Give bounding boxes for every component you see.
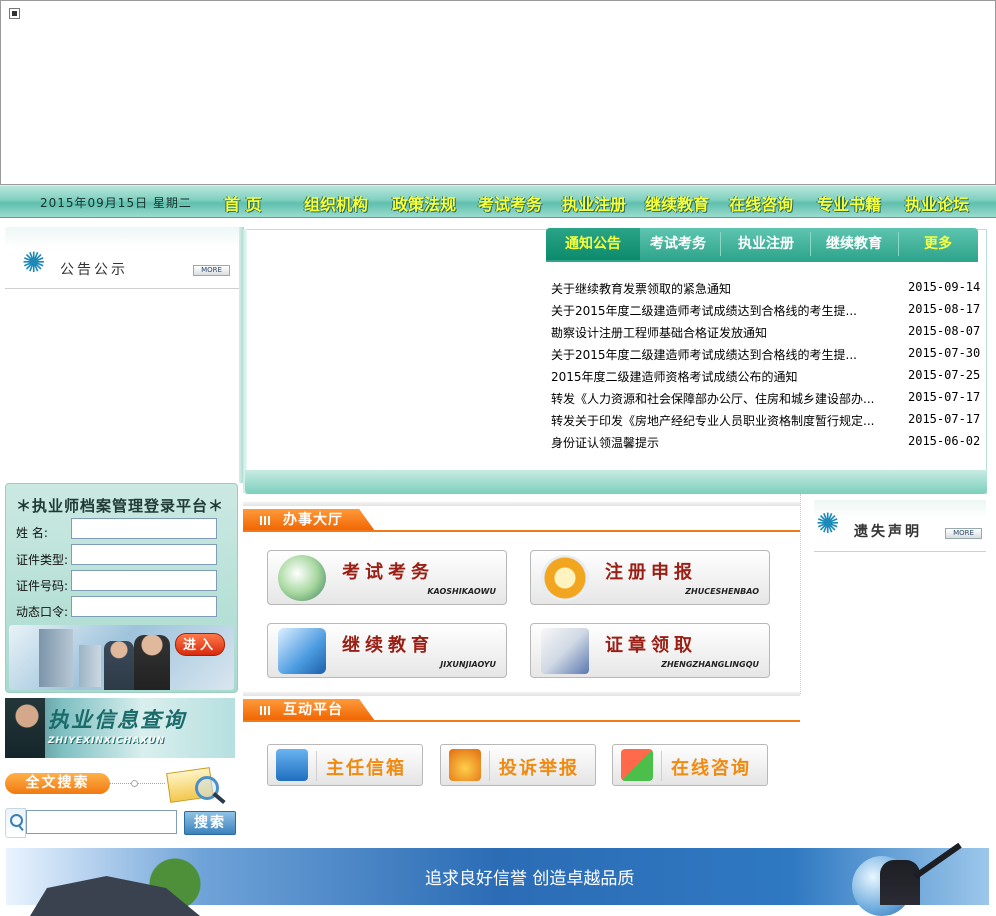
- tab-continuing-education[interactable]: 继续教育: [812, 228, 896, 260]
- lost-more-button[interactable]: MORE: [945, 528, 982, 539]
- news-item-date: 2015-07-17: [908, 412, 981, 426]
- login-title: ＊执业师档案管理登录平台＊: [16, 497, 225, 515]
- online-consult-button[interactable]: 在线咨询: [612, 744, 768, 786]
- folder-icon: [278, 628, 326, 674]
- news-item-date: 2015-07-25: [908, 368, 981, 382]
- news-item-title[interactable]: 转发关于印发《房地产经纪专业人员职业资格制度暂行规定...: [551, 412, 874, 429]
- news-item-date: 2015-07-17: [908, 390, 981, 404]
- nav-exams[interactable]: 考试考务: [478, 191, 542, 215]
- news-item-date: 2015-06-02: [908, 434, 981, 448]
- tile-subtitle: KAOSHIKAOWU: [427, 587, 496, 596]
- notice-board-title: 公告公示: [60, 262, 128, 278]
- starburst-icon: ✺: [22, 246, 46, 279]
- name-input[interactable]: [71, 518, 217, 539]
- tile-subtitle: ZHENGZHANGLINGQU: [661, 660, 759, 669]
- nav-books[interactable]: 专业书籍: [817, 191, 881, 215]
- complaint-report-button[interactable]: 投诉举报: [440, 744, 596, 786]
- name-label: 姓 名:: [16, 526, 48, 540]
- tab-notices[interactable]: 通知公告: [546, 228, 640, 260]
- nav-home[interactable]: 首 页: [224, 191, 262, 215]
- gavel-icon: [449, 749, 481, 781]
- nav-policies[interactable]: 政策法规: [392, 191, 456, 215]
- news-item-title[interactable]: 关于2015年度二级建造师考试成绩达到合格线的考生提...: [551, 346, 857, 363]
- tile-subtitle: JIXUNJIAOYU: [440, 660, 496, 669]
- id-number-label: 证件号码:: [16, 579, 69, 593]
- news-item-title[interactable]: 关于继续教育发票领取的紧急通知: [551, 280, 731, 297]
- banner-slogan: 追求良好信誉 创造卓越品质: [425, 869, 635, 889]
- current-date: 2015年09月15日 星期二: [40, 196, 192, 210]
- news-item-title[interactable]: 关于2015年度二级建造师考试成绩达到合格线的考生提...: [551, 302, 857, 319]
- documents-globe-icon: [278, 555, 326, 601]
- id-type-label: 证件类型:: [16, 553, 69, 567]
- service-hall-header: 办事大厅: [243, 502, 800, 534]
- search-icon: [5, 808, 26, 838]
- registration-apply-button[interactable]: 注册申报 ZHUCESHENBAO: [530, 550, 770, 605]
- interactive-platform-title: 互动平台: [283, 702, 343, 718]
- starburst-icon: ✺: [816, 507, 840, 540]
- tab-registration[interactable]: 执业注册: [724, 228, 808, 260]
- main-nav: 2015年09月15日 星期二 首 页 组织机构 政策法规 考试考务 执业注册 …: [0, 185, 996, 218]
- id-number-input[interactable]: [71, 570, 217, 591]
- nav-continuing-education[interactable]: 继续教育: [645, 191, 709, 215]
- nav-registration[interactable]: 执业注册: [562, 191, 626, 215]
- tile-title: 证章领取: [605, 635, 697, 656]
- broken-image-icon: [9, 8, 20, 19]
- tab-separator: [898, 232, 899, 256]
- news-item-date: 2015-09-14: [908, 280, 981, 294]
- fulltext-search-label: 全文搜索: [5, 773, 110, 794]
- grid-dots-icon: [260, 516, 270, 525]
- businessman-graphic: [880, 860, 920, 905]
- certificate-collect-button[interactable]: 证章领取 ZHENGZHANGLINGQU: [530, 623, 770, 678]
- tab-separator: [810, 232, 811, 256]
- director-mailbox-button[interactable]: 主任信箱: [267, 744, 423, 786]
- mailbox-icon: [276, 749, 308, 781]
- tile-title: 主任信箱: [326, 758, 406, 779]
- tab-separator: [720, 232, 721, 256]
- news-panel-footer: [245, 470, 987, 494]
- nav-organization[interactable]: 组织机构: [304, 191, 368, 215]
- news-more-link[interactable]: 更多: [900, 228, 976, 260]
- nav-forum[interactable]: 执业论坛: [905, 191, 969, 215]
- tile-title: 投诉举报: [499, 758, 579, 779]
- login-enter-button[interactable]: 进入: [175, 633, 225, 656]
- tab-exams[interactable]: 考试考务: [640, 228, 716, 260]
- nav-online-consult[interactable]: 在线咨询: [729, 191, 793, 215]
- info-query-subtitle: ZHIYEXINXICHAXUN: [48, 736, 166, 746]
- exam-affairs-button[interactable]: 考试考务 KAOSHIKAOWU: [267, 550, 507, 605]
- continuing-education-button[interactable]: 继续教育 JIXUNJIAOYU: [267, 623, 507, 678]
- news-panel-edge: [243, 229, 247, 493]
- letter-pen-icon: [541, 628, 589, 674]
- ie-logo-icon: [541, 555, 589, 601]
- tile-title: 考试考务: [342, 562, 434, 583]
- top-banner: [0, 0, 996, 185]
- service-hall-title: 办事大厅: [283, 512, 343, 528]
- news-item-date: 2015-08-07: [908, 324, 981, 338]
- tile-title: 继续教育: [342, 635, 434, 656]
- search-button[interactable]: 搜索: [184, 811, 236, 835]
- news-item-title[interactable]: 身份证认领温馨提示: [551, 434, 659, 451]
- grid-dots-icon: [260, 706, 270, 715]
- id-type-input[interactable]: [71, 544, 217, 565]
- magnifier-handle-icon: [212, 791, 226, 805]
- news-item-title[interactable]: 转发《人力资源和社会保障部办公厅、住房和城乡建设部办...: [551, 390, 874, 407]
- chat-bubbles-icon: [621, 749, 653, 781]
- tile-subtitle: ZHUCESHENBAO: [685, 587, 759, 596]
- divider-dot: [131, 780, 138, 787]
- search-input[interactable]: [26, 810, 177, 834]
- news-item-title[interactable]: 勘察设计注册工程师基础合格证发放通知: [551, 324, 767, 341]
- tile-title: 在线咨询: [671, 758, 751, 779]
- operator-icon: [5, 698, 45, 758]
- otp-label: 动态口令:: [16, 605, 69, 619]
- tab-underline: [546, 260, 978, 262]
- notice-more-button[interactable]: MORE: [193, 265, 230, 276]
- otp-input[interactable]: [71, 596, 217, 617]
- info-query-title[interactable]: 执业信息查询: [48, 704, 186, 734]
- lost-statement-title: 遗失声明: [854, 524, 922, 540]
- interactive-platform-header: 互动平台: [243, 692, 800, 724]
- news-item-title[interactable]: 2015年度二级建造师资格考试成绩公布的通知: [551, 368, 798, 385]
- tile-title: 注册申报: [605, 562, 697, 583]
- news-item-date: 2015-08-17: [908, 302, 981, 316]
- news-item-date: 2015-07-30: [908, 346, 981, 360]
